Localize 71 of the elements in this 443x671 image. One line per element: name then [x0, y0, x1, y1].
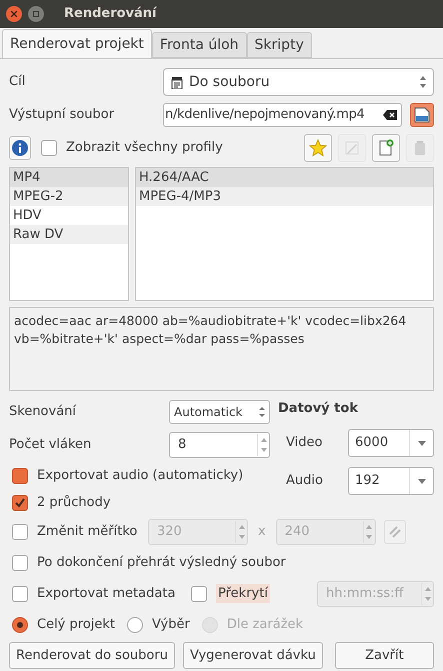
field-label: Výstupní soubor [9, 106, 114, 124]
dialog-button[interactable]: Renderovat do souboru [9, 642, 175, 669]
trash-icon [414, 140, 426, 156]
dropdown-arrow-icon [418, 440, 426, 446]
browse-button[interactable] [410, 103, 434, 127]
window-title: Renderování [64, 5, 157, 24]
field-label: Audio [286, 472, 323, 490]
video-bitrate-combo[interactable]: 6000 [348, 429, 434, 457]
spin-arrows-icon [259, 407, 265, 417]
info-button[interactable] [9, 136, 31, 160]
checkbox[interactable] [41, 140, 57, 156]
star-profile-button[interactable] [304, 134, 332, 162]
dialog-button[interactable]: Vygenerovat dávku [182, 642, 323, 669]
list-item[interactable]: MPEG-4/MP3 [136, 187, 433, 206]
checkbox[interactable] [191, 586, 207, 602]
radio-button[interactable] [12, 616, 28, 632]
close-icon [11, 11, 17, 17]
clapperboard-icon [171, 76, 183, 88]
parameters-text-area[interactable]: acodec=aac ar=48000 ab=%audiobitrate+'k' vcodec=libx264 vb=%bitrate+'k' aspect=%dar pass=%passes [9, 307, 434, 391]
checkbox-label: Exportovat metadata [37, 584, 176, 603]
destination-dropdown[interactable]: Do souboru [163, 68, 434, 96]
checkbox[interactable] [12, 468, 28, 484]
spin-arrows-icon [420, 76, 426, 88]
separator-label: x [257, 523, 267, 542]
spin-arrows-icon [235, 521, 247, 543]
output-file-field[interactable]: n/kdenlive/nepojmenovaný.mp4 [163, 103, 402, 127]
spin-arrows-icon [421, 582, 433, 604]
radio-label: Dle zarážek [226, 616, 304, 634]
radio-button[interactable] [127, 616, 144, 632]
checkbox-label: Zobrazit všechny profily [66, 139, 223, 158]
new-profile-button[interactable] [372, 134, 400, 162]
checkbox-label: Exportovat audio (automaticky) [37, 467, 244, 486]
tab[interactable]: Fronta úloh [152, 32, 247, 58]
new-document-icon [378, 139, 394, 157]
radio-label: Výběr [152, 616, 190, 634]
list-item[interactable]: MPEG-2 [10, 187, 128, 206]
radio-label: Celý projekt [37, 616, 116, 634]
checkbox-label: Překrytí [216, 584, 270, 604]
maximize-icon [33, 11, 39, 17]
info-icon [12, 140, 28, 156]
tab[interactable]: Renderovat projekt [2, 29, 152, 58]
checkbox-label: Po dokončení přehrát výsledný soubor [37, 554, 286, 572]
clear-icon [383, 110, 397, 120]
checkbox[interactable] [12, 495, 28, 511]
dropdown-arrow-icon [418, 478, 426, 484]
list-item[interactable]: MP4 [10, 168, 128, 187]
section-heading: Datový tok [278, 400, 359, 418]
list-item[interactable]: H.264/AAC [136, 168, 433, 187]
checkbox[interactable] [12, 586, 28, 602]
checkbox[interactable] [12, 524, 28, 540]
checkbox-label: 2 průchody [37, 494, 111, 512]
maximize-button[interactable] [28, 6, 44, 22]
checkbox[interactable] [12, 554, 28, 570]
field-label: Skenování [9, 403, 76, 422]
star-icon [309, 139, 327, 157]
spin-arrows-icon [362, 521, 375, 543]
link-button[interactable] [384, 520, 406, 544]
tab[interactable]: Skripty [246, 32, 312, 58]
checkbox-label: Změnit měřítko [37, 523, 138, 542]
scanning-dropdown[interactable]: Automatick [169, 400, 270, 424]
threads-spinbox[interactable]: 8 [169, 432, 270, 458]
spin-arrows-icon [257, 434, 269, 456]
list-item[interactable]: Raw DV [10, 225, 128, 244]
pencil-icon [344, 140, 360, 156]
audio-bitrate-combo[interactable]: 192 [348, 467, 434, 495]
close-button[interactable] [6, 6, 22, 22]
dialog-button[interactable]: Zavřít [334, 642, 434, 669]
field-label: Počet vláken [9, 436, 92, 454]
field-label: Cíl [9, 73, 26, 92]
document-icon [414, 107, 430, 123]
field-label: Video [286, 434, 322, 452]
